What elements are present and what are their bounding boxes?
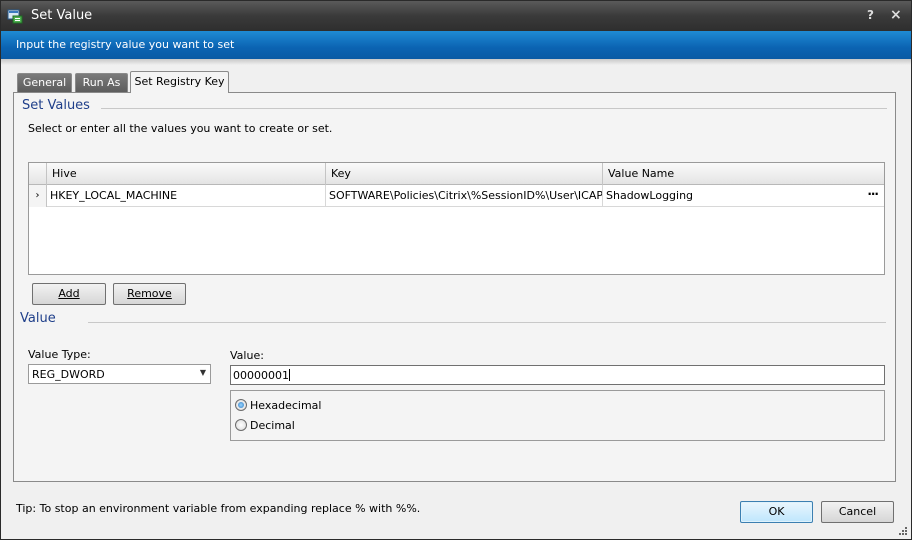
close-icon[interactable]: × [890,7,902,23]
registry-values-grid[interactable]: Hive Key Value Name › HKEY_LOCAL_MACHINE… [28,162,885,275]
banner-text: Input the registry value you want to set [16,38,235,51]
text-caret [289,369,290,381]
tip-text: Tip: To stop an environment variable fro… [16,502,421,515]
value-type-label: Value Type: [28,348,91,361]
grid-header: Hive Key Value Name [29,163,884,185]
column-header-value-name[interactable]: Value Name [603,163,884,185]
table-row[interactable]: › HKEY_LOCAL_MACHINE SOFTWARE\Policies\C… [29,185,884,207]
remove-button[interactable]: Remove [113,283,186,305]
title-bar[interactable]: Set Value ? × [1,1,911,31]
value-input[interactable]: 00000001 [230,365,885,385]
banner-shadow [1,59,911,65]
set-values-divider [101,108,887,109]
instruction-banner: Input the registry value you want to set [1,31,911,59]
cell-value-name[interactable]: ShadowLogging ··· [603,185,884,207]
tab-general[interactable]: General [17,73,72,92]
value-label: Value: [230,349,264,362]
add-button[interactable]: Add [32,283,106,305]
ok-button[interactable]: OK [740,501,813,523]
value-type-selected: REG_DWORD [32,368,105,381]
add-button-label: Add [58,287,80,300]
tab-set-registry-key[interactable]: Set Registry Key [130,71,229,93]
radio-hexadecimal-label[interactable]: Hexadecimal [250,399,321,412]
help-icon[interactable]: ? [867,8,874,22]
remove-button-label: Remove [127,287,172,300]
chevron-down-icon[interactable]: ▼ [200,368,206,377]
resize-grip-icon[interactable] [898,526,908,536]
row-indicator-icon: › [29,185,47,207]
value-divider [88,322,886,323]
cell-key[interactable]: SOFTWARE\Policies\Citrix\%SessionID%\Use… [326,185,603,207]
value-heading: Value [20,311,56,326]
set-values-heading: Set Values [22,98,90,113]
number-format-group [230,390,885,441]
column-header-key[interactable]: Key [326,163,603,185]
set-values-instruction: Select or enter all the values you want … [28,122,333,135]
cell-value-name-text: ShadowLogging [606,189,694,202]
cell-hive[interactable]: HKEY_LOCAL_MACHINE [47,185,326,207]
radio-decimal[interactable] [235,419,247,431]
value-type-select[interactable]: REG_DWORD ▼ [28,364,211,384]
grid-corner [29,163,47,185]
window-title: Set Value [31,8,93,23]
radio-decimal-label[interactable]: Decimal [250,419,295,432]
column-header-hive[interactable]: Hive [47,163,326,185]
tab-run-as[interactable]: Run As [75,73,128,92]
set-value-dialog: Set Value ? × Input the registry value y… [0,0,912,540]
value-input-text: 00000001 [233,369,290,382]
radio-hexadecimal[interactable] [235,399,247,411]
cancel-button[interactable]: Cancel [821,501,894,523]
ellipsis-icon[interactable]: ··· [867,188,879,200]
registry-app-icon [7,9,23,24]
